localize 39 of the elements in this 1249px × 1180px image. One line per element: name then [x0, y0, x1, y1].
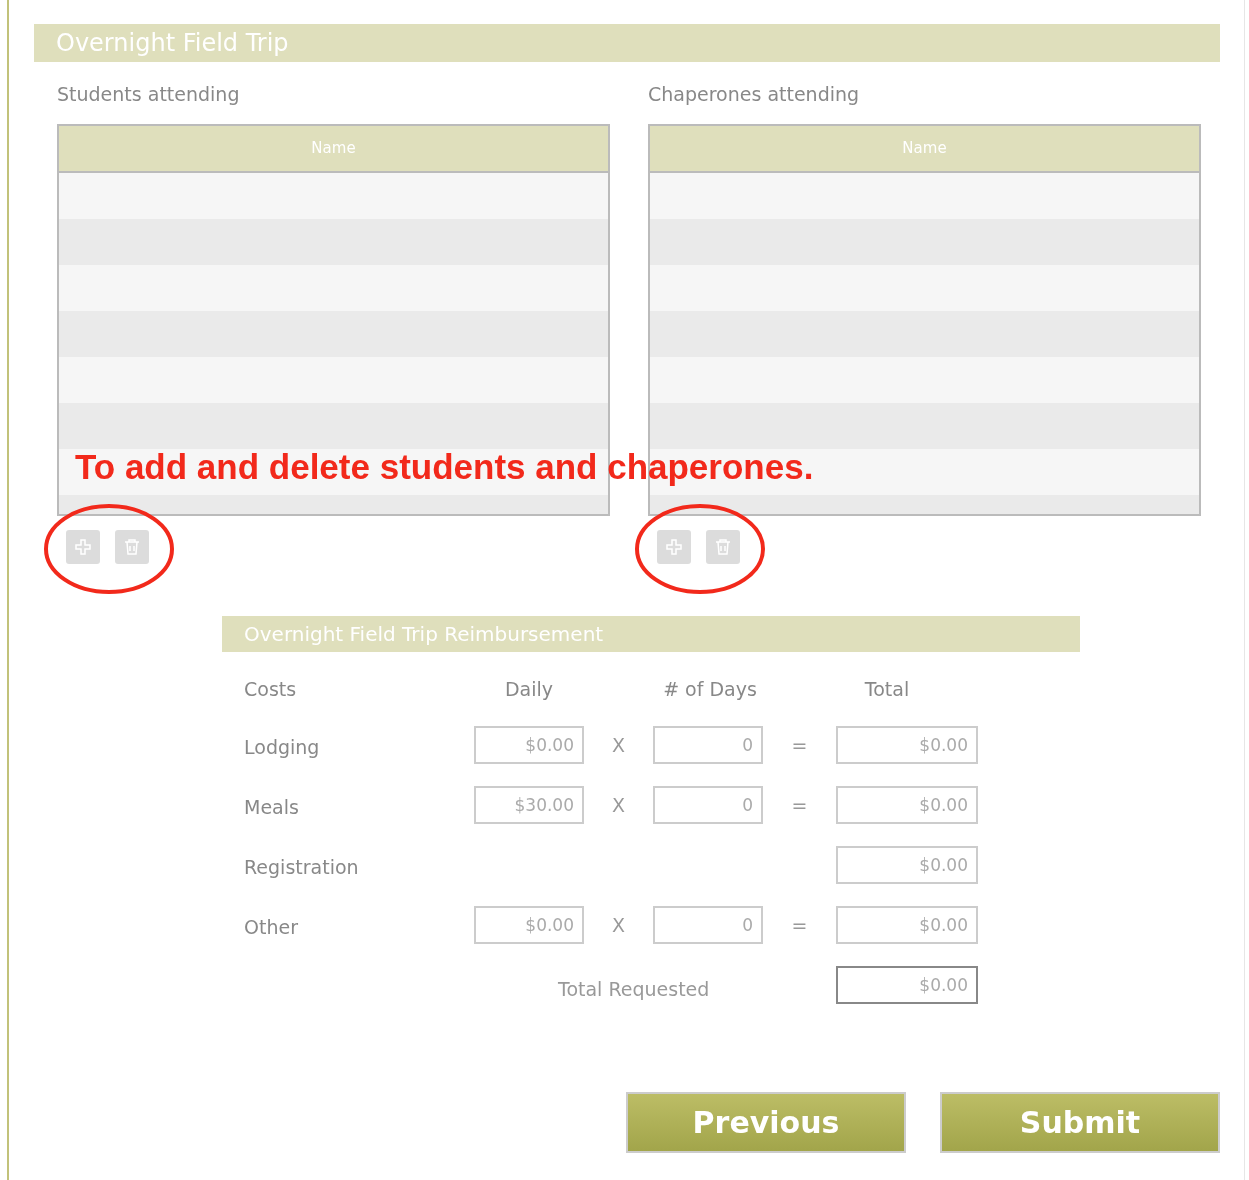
- total-field[interactable]: $0.00: [836, 786, 978, 824]
- daily-field[interactable]: $0.00: [474, 726, 584, 764]
- plus-icon: [74, 538, 92, 556]
- column-header: Costs: [244, 677, 298, 702]
- plus-icon: [665, 538, 683, 556]
- column-header: # of Days: [662, 677, 758, 702]
- section-header: Overnight Field Trip: [34, 24, 1220, 62]
- cost-label: Registration: [244, 855, 360, 880]
- total-requested-field[interactable]: $0.00: [836, 966, 978, 1004]
- section-header: Overnight Field Trip Reimbursement: [222, 616, 1080, 652]
- column-header[interactable]: Name: [650, 126, 1199, 173]
- multiply-sign: X: [611, 914, 626, 936]
- submit-button[interactable]: Submit: [940, 1092, 1220, 1153]
- multiply-sign: X: [611, 734, 626, 756]
- cost-label: Meals: [244, 795, 300, 820]
- previous-button[interactable]: Previous: [626, 1092, 906, 1153]
- daily-field[interactable]: $30.00: [474, 786, 584, 824]
- column-header: Total: [863, 677, 911, 702]
- total-requested-label: Total Requested: [558, 977, 711, 1002]
- days-field[interactable]: 0: [653, 906, 763, 944]
- annotation-text: To add and delete students and chaperones.: [75, 447, 814, 487]
- multiply-sign: X: [611, 794, 626, 816]
- list-label: Students attending: [57, 84, 241, 104]
- days-field[interactable]: 0: [653, 726, 763, 764]
- list-label: Chaperones attending: [648, 84, 861, 104]
- cost-label: Other: [244, 915, 299, 940]
- days-field[interactable]: 0: [653, 786, 763, 824]
- trash-icon: [713, 537, 733, 557]
- equals-sign: =: [790, 734, 809, 756]
- total-field[interactable]: $0.00: [836, 846, 978, 884]
- total-field[interactable]: $0.00: [836, 726, 978, 764]
- daily-field[interactable]: $0.00: [474, 906, 584, 944]
- column-header[interactable]: Name: [59, 126, 608, 173]
- total-field[interactable]: $0.00: [836, 906, 978, 944]
- equals-sign: =: [790, 914, 809, 936]
- equals-sign: =: [790, 794, 809, 816]
- column-header: Daily: [503, 677, 555, 702]
- trash-icon: [122, 537, 142, 557]
- cost-label: Lodging: [244, 735, 321, 760]
